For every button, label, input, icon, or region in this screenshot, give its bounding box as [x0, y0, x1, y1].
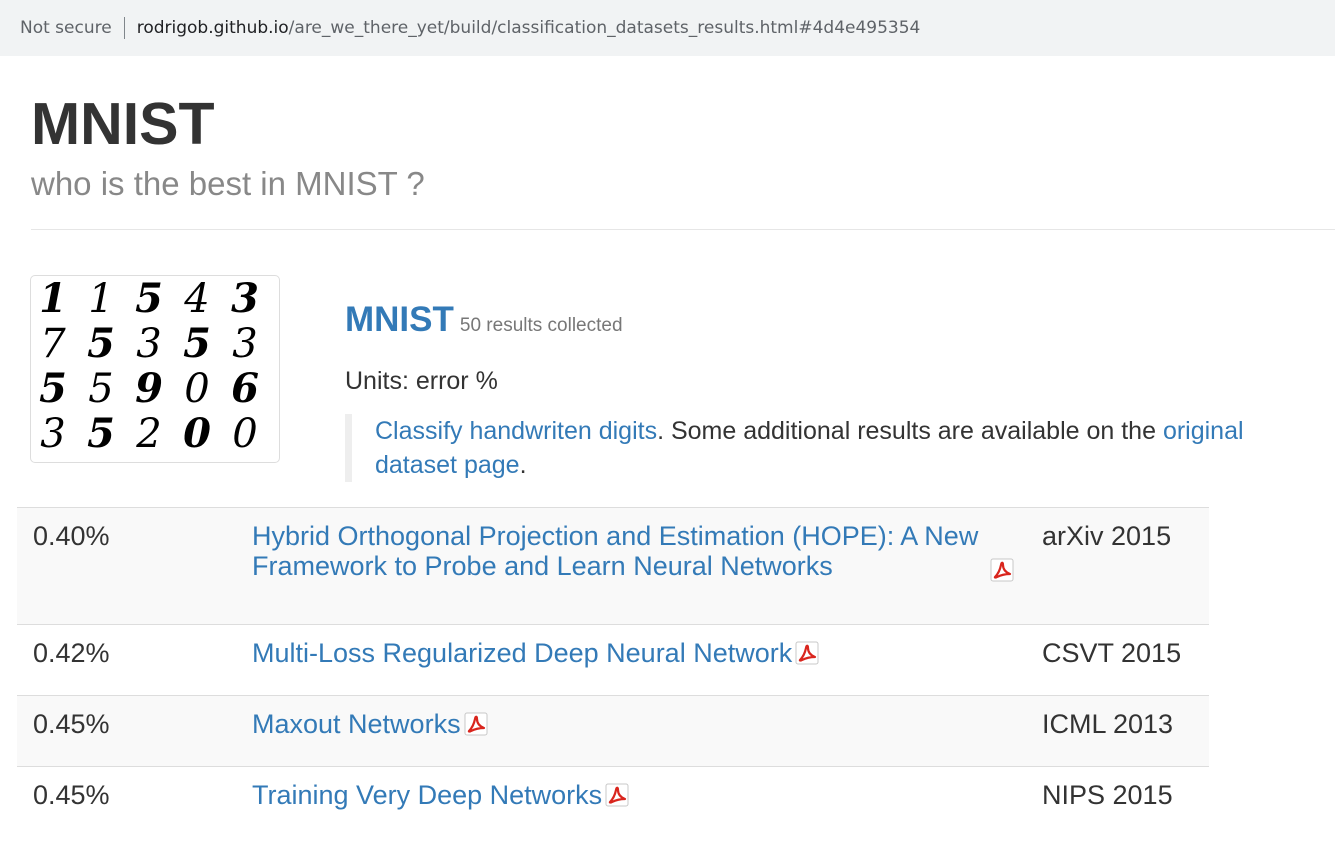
digit-3-3: 0	[183, 410, 211, 457]
description-end: .	[519, 451, 527, 479]
venue: CSVT 2015	[1042, 638, 1182, 668]
url-host[interactable]: rodrigob.github.io	[137, 18, 289, 38]
results-table: 0.40% Hybrid Orthogonal Projection and E…	[17, 507, 1209, 810]
dataset-units: Units: error %	[345, 367, 498, 395]
result-value: 0.45%	[33, 709, 110, 739]
result-value: 0.45%	[33, 780, 110, 810]
digit-3-2: 2	[135, 411, 161, 457]
paper-cell: Hybrid Orthogonal Projection and Estimat…	[252, 508, 1042, 624]
pdf-icon[interactable]	[605, 783, 629, 807]
digit-0-1: 1	[88, 276, 113, 322]
pdf-icon[interactable]	[795, 641, 819, 665]
paper-title-link[interactable]: Training Very Deep Networks	[252, 780, 602, 810]
result-value: 0.40%	[33, 521, 110, 551]
dataset-title-link[interactable]: MNIST	[345, 296, 454, 344]
address-separator	[123, 17, 125, 39]
description-text: . Some additional results are available …	[657, 417, 1163, 445]
digit-3-1: 5	[87, 410, 115, 457]
digit-0-3: 4	[183, 276, 209, 322]
digit-1-3: 5	[183, 320, 211, 367]
table-row: 0.42% Multi-Loss Regularized Deep Neural…	[17, 624, 1209, 695]
digit-3-0: 3	[40, 411, 65, 457]
digit-2-2: 9	[135, 365, 163, 412]
venue: ICML 2013	[1042, 709, 1174, 739]
paper-cell: Maxout Networks	[252, 696, 1042, 766]
venue: NIPS 2015	[1042, 780, 1173, 810]
pdf-icon[interactable]	[464, 712, 488, 736]
digit-2-3: 0	[184, 366, 209, 412]
digit-1-4: 3	[232, 321, 257, 367]
digit-0-2: 5	[135, 276, 163, 322]
table-row: 0.40% Hybrid Orthogonal Projection and E…	[17, 507, 1209, 624]
dataset-thumbnail: 11543753535590635200	[30, 275, 280, 463]
venue: arXiv 2015	[1042, 521, 1172, 551]
digit-0-0: 1	[39, 276, 67, 322]
table-row: 0.45% Maxout Networks ICML 2013	[17, 695, 1209, 766]
paper-cell: Multi-Loss Regularized Deep Neural Netwo…	[252, 625, 1042, 695]
paper-title-link[interactable]: Hybrid Orthogonal Projection and Estimat…	[252, 521, 987, 581]
url-path[interactable]: /are_we_there_yet/build/classification_d…	[289, 18, 921, 38]
paper-cell: Training Very Deep Networks	[252, 767, 1042, 810]
address-bar[interactable]: Not secure rodrigob.github.io/are_we_the…	[0, 0, 1335, 56]
digit-0-4: 3	[231, 276, 259, 322]
dataset-description: Classify handwriten digits. Some additio…	[345, 414, 1305, 482]
page-subtitle: who is the best in MNIST ?	[31, 165, 425, 202]
digit-3-4: 0	[232, 411, 257, 457]
result-value: 0.42%	[33, 638, 110, 668]
digit-1-0: 7	[40, 321, 66, 367]
table-row: 0.45% Training Very Deep Networks NIPS 2…	[17, 766, 1209, 810]
digit-1-1: 5	[87, 320, 115, 367]
digit-2-1: 5	[88, 366, 113, 412]
security-indicator[interactable]: Not secure	[20, 18, 112, 38]
pdf-icon[interactable]	[990, 558, 1014, 582]
dataset-info: MNIST 50 results collected Units: error %…	[345, 296, 1335, 482]
page-header: MNIST who is the best in MNIST ?	[31, 86, 1335, 230]
mnist-digits-image: 1 1 5 4 37 5 3 5 35 5 9 0 63 5 2 0 0	[39, 276, 259, 457]
paper-title-link[interactable]: Maxout Networks	[252, 709, 461, 739]
description-link[interactable]: Classify handwriten digits	[375, 417, 657, 445]
digit-2-4: 6	[231, 365, 259, 412]
digit-2-0: 5	[39, 365, 67, 412]
digit-1-2: 3	[136, 321, 161, 367]
page-title: MNIST	[31, 91, 215, 157]
results-count: 50 results collected	[459, 315, 623, 336]
paper-title-link[interactable]: Multi-Loss Regularized Deep Neural Netwo…	[252, 638, 792, 668]
